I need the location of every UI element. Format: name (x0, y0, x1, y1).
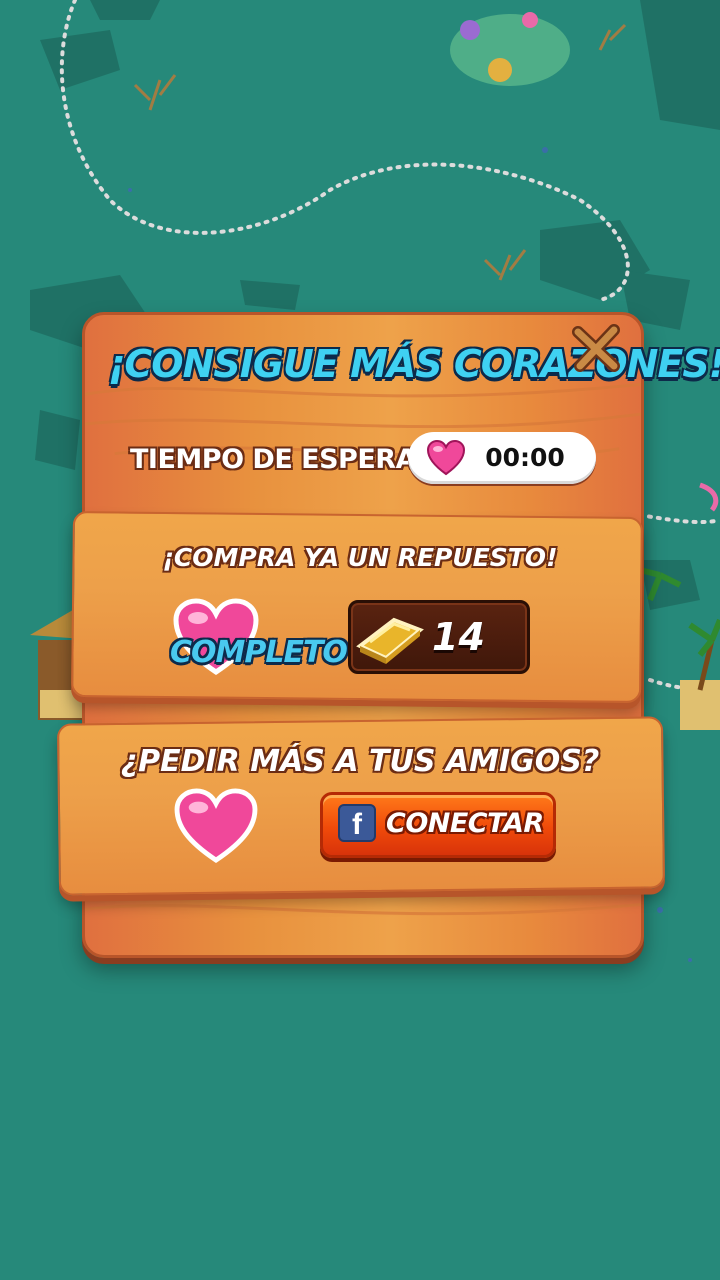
heart-icon (174, 788, 258, 864)
buy-refill-title: ¡COMPRA YA UN REPUESTO! (162, 543, 558, 572)
gold-bar-icon (356, 617, 424, 664)
price-value: 14 (432, 615, 485, 659)
ask-friends-title: ¿PEDIR MÁS A TUS AMIGOS? (120, 744, 600, 779)
complete-status-label: COMPLETO (170, 635, 348, 670)
timer-value: 00:00 (485, 443, 565, 472)
dialog-title: ¡CONSIGUE MÁS CORAZONES! (108, 342, 720, 386)
connect-label: CONECTAR (386, 808, 544, 839)
wait-time-label: TIEMPO DE ESPERA (130, 444, 416, 475)
heart-icon (426, 440, 466, 476)
close-x-icon[interactable] (570, 320, 626, 376)
facebook-letter: f (352, 808, 362, 841)
